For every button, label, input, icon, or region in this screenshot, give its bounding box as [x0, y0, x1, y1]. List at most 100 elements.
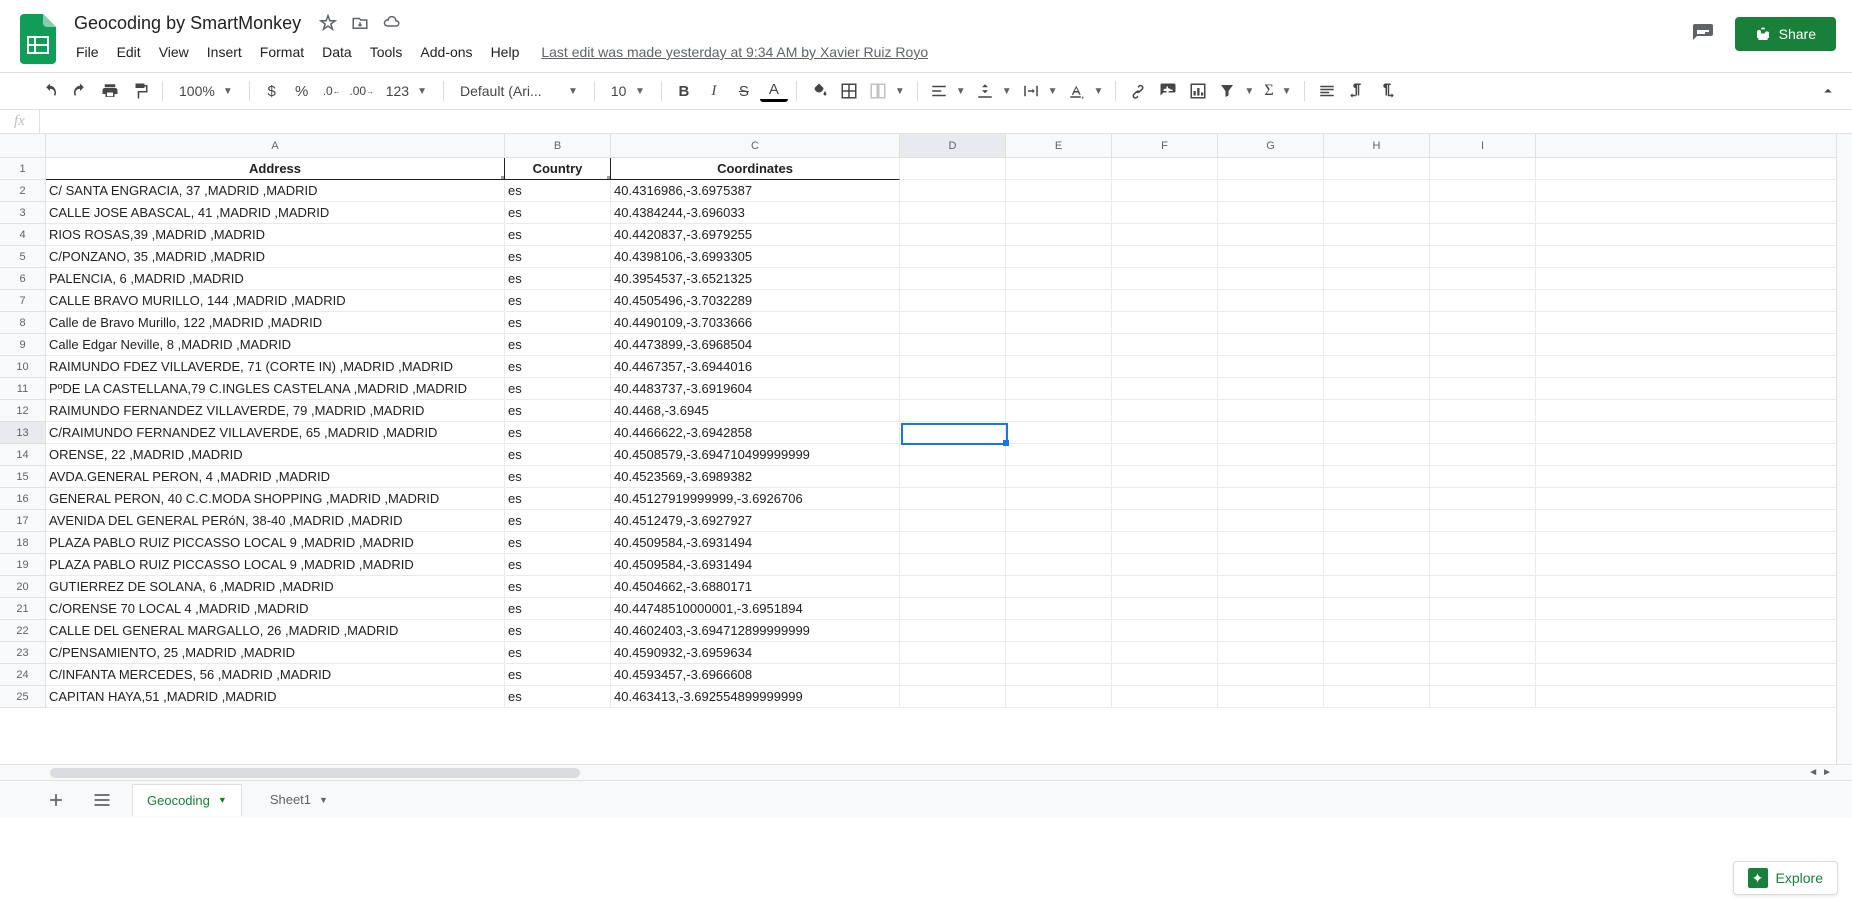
cell[interactable] [1006, 378, 1112, 400]
cell[interactable] [1324, 554, 1430, 576]
cell[interactable] [1324, 444, 1430, 466]
text-color-button[interactable]: A [760, 80, 788, 102]
cell[interactable] [1218, 466, 1324, 488]
cell[interactable] [1006, 312, 1112, 334]
cell[interactable] [1112, 202, 1218, 224]
cell[interactable]: C/ORENSE 70 LOCAL 4 ,MADRID ,MADRID [46, 598, 505, 620]
cell[interactable] [900, 400, 1006, 422]
row-header[interactable]: 25 [0, 686, 46, 708]
cell[interactable] [900, 422, 1006, 444]
sheet-tab-sheet1[interactable]: Sheet1▼ [256, 784, 342, 815]
cell[interactable]: 40.4590932,-3.6959634 [611, 642, 900, 664]
cloud-status-icon[interactable] [383, 14, 401, 32]
cell[interactable] [900, 642, 1006, 664]
cell[interactable] [1112, 532, 1218, 554]
cell[interactable] [1006, 334, 1112, 356]
cell[interactable] [1218, 642, 1324, 664]
menu-format[interactable]: Format [252, 40, 312, 64]
cell[interactable] [1218, 686, 1324, 708]
column-header-g[interactable]: G [1218, 134, 1324, 158]
rtl-off-button[interactable] [1313, 77, 1341, 105]
cell[interactable] [1006, 224, 1112, 246]
cell[interactable] [900, 532, 1006, 554]
cell[interactable]: Address [46, 158, 505, 180]
row-header[interactable]: 10 [0, 356, 46, 378]
cell[interactable] [1430, 642, 1536, 664]
cell[interactable]: es [505, 598, 611, 620]
cell[interactable] [1112, 576, 1218, 598]
cell[interactable]: 40.4420837,-3.6979255 [611, 224, 900, 246]
cell[interactable] [1324, 422, 1430, 444]
cell[interactable]: es [505, 510, 611, 532]
column-header-h[interactable]: H [1324, 134, 1430, 158]
column-header-b[interactable]: B [505, 134, 611, 158]
cell[interactable] [1218, 664, 1324, 686]
cell[interactable] [900, 510, 1006, 532]
functions-dropdown[interactable]: Σ▼ [1260, 77, 1295, 105]
menu-help[interactable]: Help [483, 40, 528, 64]
cell[interactable] [900, 224, 1006, 246]
column-header-a[interactable]: A [46, 134, 505, 158]
cell[interactable] [1006, 268, 1112, 290]
cell[interactable]: es [505, 686, 611, 708]
cell[interactable] [900, 620, 1006, 642]
cell[interactable] [1006, 554, 1112, 576]
row-header[interactable]: 12 [0, 400, 46, 422]
cell[interactable] [1218, 224, 1324, 246]
cell[interactable] [1324, 686, 1430, 708]
more-formats-dropdown[interactable]: 123▼ [378, 77, 435, 105]
cell[interactable] [1218, 510, 1324, 532]
cell[interactable] [1112, 620, 1218, 642]
row-header[interactable]: 13 [0, 422, 46, 444]
cell[interactable]: AVDA.GENERAL PERON, 4 ,MADRID ,MADRID [46, 466, 505, 488]
cell[interactable] [900, 312, 1006, 334]
cell[interactable] [1430, 312, 1536, 334]
cell[interactable] [1218, 312, 1324, 334]
row-header[interactable]: 5 [0, 246, 46, 268]
cell[interactable] [1218, 378, 1324, 400]
cell[interactable] [1430, 378, 1536, 400]
row-header[interactable]: 17 [0, 510, 46, 532]
cell[interactable] [1112, 510, 1218, 532]
cell[interactable] [1218, 532, 1324, 554]
cell[interactable] [900, 488, 1006, 510]
cell[interactable] [1324, 510, 1430, 532]
column-header-c[interactable]: C [611, 134, 900, 158]
cell[interactable]: 40.4523569,-3.6989382 [611, 466, 900, 488]
last-edit-link[interactable]: Last edit was made yesterday at 9:34 AM … [541, 44, 928, 60]
cell[interactable] [1324, 224, 1430, 246]
cell[interactable] [1112, 444, 1218, 466]
formula-input[interactable] [40, 110, 1852, 133]
cell[interactable] [1006, 422, 1112, 444]
horizontal-align-dropdown[interactable]: ▼ [926, 77, 970, 105]
cell[interactable] [1006, 466, 1112, 488]
paint-format-button[interactable] [126, 77, 154, 105]
cell[interactable]: 40.4483737,-3.6919604 [611, 378, 900, 400]
cell[interactable]: 40.463413,-3.692554899999999 [611, 686, 900, 708]
cell[interactable]: CAPITAN HAYA,51 ,MADRID ,MADRID [46, 686, 505, 708]
cell[interactable] [1324, 400, 1430, 422]
cell[interactable]: es [505, 444, 611, 466]
cell[interactable] [1112, 312, 1218, 334]
cell[interactable] [1006, 246, 1112, 268]
cell[interactable] [1006, 642, 1112, 664]
cell[interactable] [1218, 356, 1324, 378]
insert-chart-button[interactable] [1184, 77, 1212, 105]
cell[interactable] [900, 664, 1006, 686]
cell[interactable]: 40.4509584,-3.6931494 [611, 532, 900, 554]
cell[interactable]: es [505, 312, 611, 334]
row-header[interactable]: 3 [0, 202, 46, 224]
cell[interactable] [1218, 202, 1324, 224]
cell[interactable] [1324, 180, 1430, 202]
column-header-i[interactable]: I [1430, 134, 1536, 158]
menu-view[interactable]: View [151, 40, 197, 64]
cell[interactable] [1218, 620, 1324, 642]
font-family-dropdown[interactable]: Default (Ari...▼ [452, 77, 586, 105]
cell[interactable] [1430, 246, 1536, 268]
collapse-toolbar-button[interactable] [1814, 77, 1842, 105]
menu-edit[interactable]: Edit [109, 40, 149, 64]
cell[interactable]: es [505, 268, 611, 290]
cell[interactable] [900, 334, 1006, 356]
cell[interactable]: C/INFANTA MERCEDES, 56 ,MADRID ,MADRID [46, 664, 505, 686]
cell[interactable] [1006, 180, 1112, 202]
